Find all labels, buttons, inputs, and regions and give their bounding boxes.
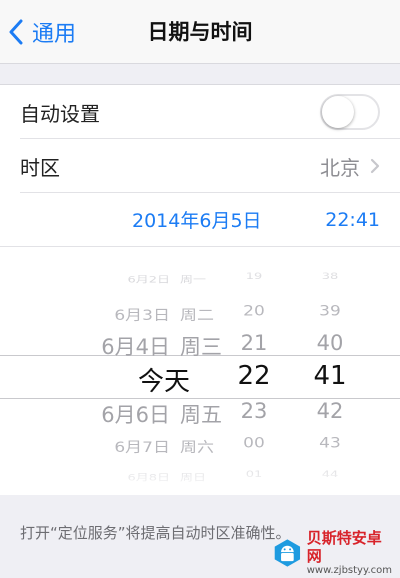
timezone-row[interactable]: 时区 北京	[0, 139, 400, 193]
footer-note: 打开“定位服务”将提高自动时区准确性。	[20, 524, 291, 542]
picker-minute-item[interactable]: 44	[290, 469, 370, 480]
picker-weekday-item[interactable]: 周二	[180, 303, 214, 325]
auto-set-label: 自动设置	[20, 101, 100, 126]
timezone-label: 时区	[20, 155, 60, 180]
timezone-value[interactable]: 北京	[320, 152, 380, 181]
picker-date-item[interactable]: 6月3日	[114, 303, 170, 325]
toggle-knob	[322, 96, 354, 128]
picker-date-item[interactable]: 6月8日	[127, 470, 170, 484]
picker-weekday-item[interactable]: 周日	[180, 470, 206, 484]
picker-minute-item[interactable]: 43	[290, 435, 370, 452]
timezone-value-text: 北京	[320, 155, 360, 180]
watermark-name: 贝斯特安卓网	[306, 529, 382, 565]
date-value[interactable]: 2014年6月5日	[132, 206, 262, 233]
time-value[interactable]: 22:41	[325, 209, 380, 231]
picker-minute-item[interactable]: 42	[290, 399, 370, 423]
datetime-row[interactable]: 2014年6月5日 22:41	[0, 193, 400, 247]
picker-hour-item[interactable]: 21	[214, 331, 294, 355]
picker-hour-item[interactable]: 22	[214, 361, 294, 391]
android-logo-icon	[274, 539, 301, 567]
picker-hour-item[interactable]: 23	[214, 399, 294, 423]
picker-hour-item[interactable]: 01	[214, 469, 294, 480]
picker-weekday-item[interactable]: 周一	[180, 272, 206, 286]
picker-weekday-item[interactable]: 周六	[180, 435, 214, 457]
picker-minute-item[interactable]: 41	[290, 361, 370, 391]
picker-hour-item[interactable]: 20	[214, 303, 294, 320]
picker-date-item[interactable]: 6月6日	[101, 399, 170, 429]
auto-set-toggle[interactable]	[320, 94, 380, 130]
picker-date-item[interactable]: 6月2日	[127, 272, 170, 286]
picker-minute-item[interactable]: 38	[290, 271, 370, 282]
watermark: 贝斯特安卓网 www.zjbstyy.com	[272, 529, 392, 576]
picker-date-item[interactable]: 6月7日	[114, 435, 170, 457]
picker-minute-item[interactable]: 39	[290, 303, 370, 320]
picker-hour-item[interactable]: 19	[214, 271, 294, 282]
navigation-bar: 通用 日期与时间	[0, 0, 400, 64]
settings-group: 自动设置 时区 北京 2014年6月5日 22:41 6月2日 周一 19 38 6月3…	[0, 84, 400, 495]
auto-set-row: 自动设置	[0, 85, 400, 139]
chevron-right-icon	[370, 158, 380, 174]
page-title: 日期与时间	[147, 20, 253, 44]
picker-date-item[interactable]: 今天	[138, 361, 190, 398]
datetime-picker[interactable]: 6月2日 周一 19 38 6月3日 周二 20 39 6月4日 周三 21 40 今天 22 41 6月6日…	[0, 247, 400, 495]
picker-date-item[interactable]: 6月4日	[101, 331, 170, 361]
watermark-url: www.zjbstyy.com	[306, 565, 392, 576]
picker-minute-item[interactable]: 40	[290, 331, 370, 355]
picker-hour-item[interactable]: 00	[214, 435, 294, 452]
